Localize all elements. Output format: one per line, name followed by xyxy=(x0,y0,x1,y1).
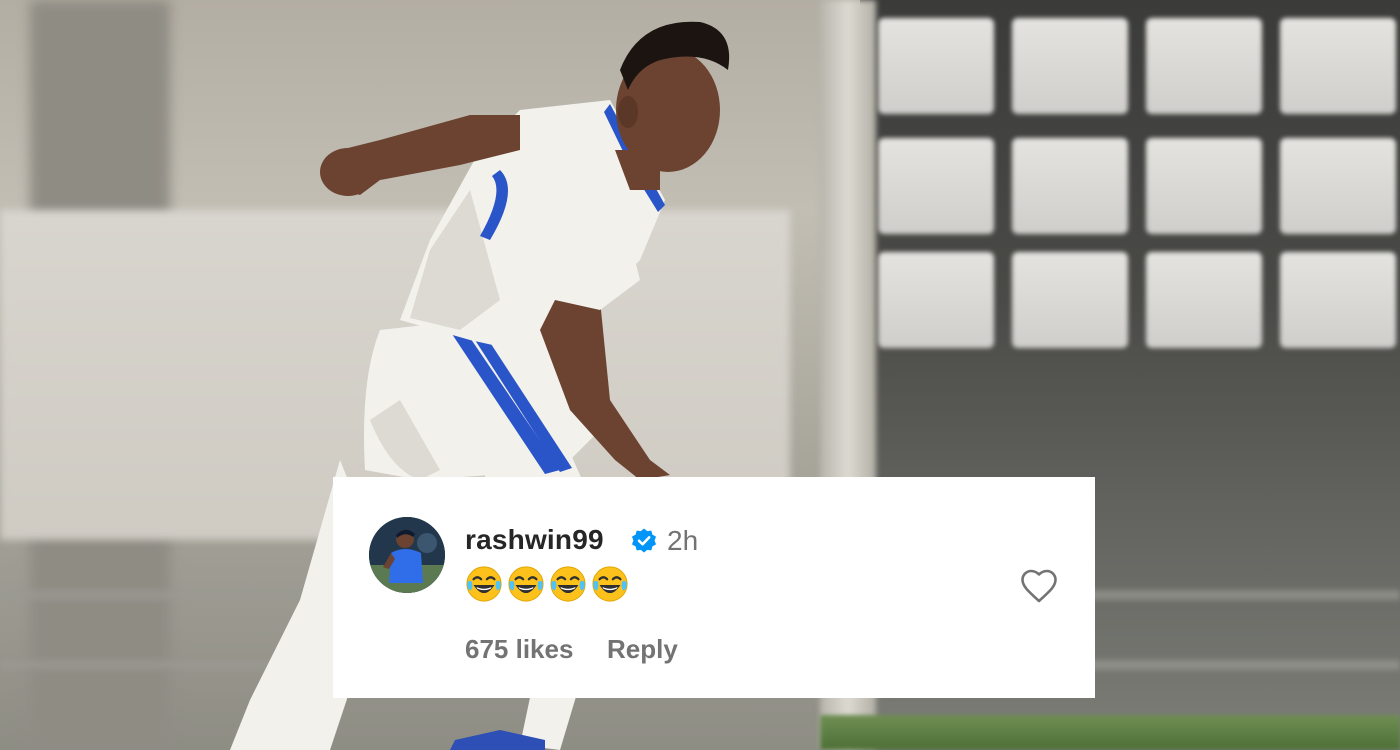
laughing-emoji-icon xyxy=(550,566,586,602)
instagram-comment-card: rashwin99 2h 😂😂😂😂 xyxy=(333,477,1095,698)
likes-count[interactable]: 675 likes xyxy=(465,634,573,665)
avatar[interactable] xyxy=(369,517,445,593)
comment-timestamp: 2h xyxy=(667,525,699,556)
laughing-emoji-icon xyxy=(592,566,628,602)
verified-badge-icon xyxy=(632,528,656,553)
heart-outline-icon[interactable] xyxy=(1019,567,1059,607)
comment-text: 😂😂😂😂 xyxy=(465,565,629,605)
laughing-emoji-icon xyxy=(508,566,544,602)
reply-button[interactable]: Reply xyxy=(607,634,678,665)
laughing-emoji-icon xyxy=(466,566,502,602)
profile-picture-icon xyxy=(369,517,445,593)
grass xyxy=(820,715,1400,750)
username[interactable]: rashwin99 xyxy=(465,524,604,556)
